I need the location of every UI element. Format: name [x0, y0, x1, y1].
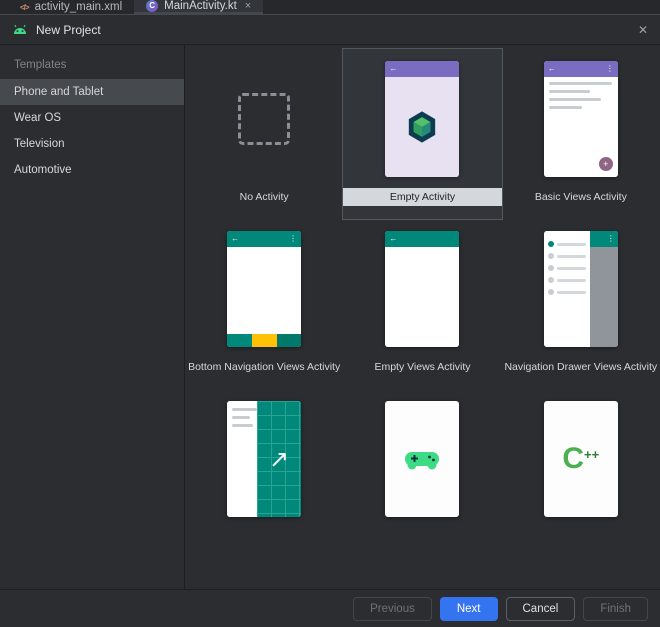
kebab-menu-icon: ⋮ [605, 64, 614, 73]
template-card-responsive-views-activity[interactable]: ↗ [185, 389, 343, 589]
xml-file-icon: </> [20, 2, 30, 12]
dialog-body: Templates Phone and Tablet Wear OS Telev… [0, 45, 660, 589]
new-project-dialog: New Project ✕ Templates Phone and Tablet… [0, 14, 660, 627]
template-card-game-activity[interactable] [343, 389, 501, 589]
kebab-menu-icon: ⋮ [606, 234, 615, 243]
sidebar-item-phone-and-tablet[interactable]: Phone and Tablet [0, 79, 184, 105]
template-label: Empty Activity [343, 188, 502, 206]
native-cpp-preview: C ++ [502, 395, 660, 523]
sidebar-item-television[interactable]: Television [0, 131, 184, 157]
drawer-panel [543, 231, 590, 347]
bottom-nav-bar [227, 334, 302, 347]
close-icon[interactable]: ✕ [638, 23, 648, 37]
dialog-title: New Project [36, 22, 101, 37]
template-card-empty-activity[interactable]: ← Empty Activity [342, 48, 503, 220]
template-label: Empty Views Activity [374, 361, 471, 373]
tab-close-icon[interactable]: × [245, 0, 251, 12]
kebab-menu-icon: ⋮ [289, 234, 298, 243]
previous-button[interactable]: Previous [353, 596, 432, 621]
empty-activity-preview: ← [343, 55, 501, 183]
template-card-no-activity[interactable]: No Activity [185, 49, 343, 219]
template-card-bottom-navigation-views-activity[interactable]: ← ⋮ Bottom Navigation Views Activity [185, 219, 343, 389]
sidebar-item-wear-os[interactable]: Wear OS [0, 105, 184, 131]
game-activity-preview [343, 395, 501, 523]
back-arrow-icon: ← [389, 64, 398, 73]
cpp-logo-icon: C ++ [562, 442, 600, 475]
tab-main-activity-kt[interactable]: C MainActivity.kt × [134, 0, 264, 14]
template-card-empty-views-activity[interactable]: ← Empty Views Activity [343, 219, 501, 389]
template-grid: No Activity ← Empty Activity ← ⋮ + Basic… [185, 45, 660, 589]
dialog-header: New Project ✕ [0, 15, 660, 45]
responsive-views-preview: ↗ [185, 395, 343, 523]
template-label: No Activity [239, 191, 289, 203]
back-arrow-icon: ← [547, 64, 556, 73]
bottom-navigation-preview: ← ⋮ [185, 225, 343, 353]
tab-activity-main-xml[interactable]: </> activity_main.xml [8, 0, 134, 14]
template-label: Bottom Navigation Views Activity [188, 361, 341, 373]
dashed-placeholder-icon [238, 93, 291, 145]
tab-label: activity_main.xml [34, 1, 123, 13]
basic-views-preview: ← ⋮ + [502, 55, 660, 183]
dialog-footer: Previous Next Cancel Finish [0, 589, 660, 627]
android-studio-window: </> activity_main.xml C MainActivity.kt … [0, 0, 660, 627]
back-arrow-icon: ← [231, 234, 240, 243]
tab-label: MainActivity.kt [164, 0, 237, 12]
template-label: Basic Views Activity [534, 191, 627, 203]
no-activity-preview [185, 55, 343, 183]
game-controller-icon [405, 452, 440, 470]
template-card-navigation-drawer-views-activity[interactable]: ⋮ Navigation Drawer Views Activity [502, 219, 660, 389]
empty-views-preview: ← [343, 225, 501, 353]
editor-tab-bar: </> activity_main.xml C MainActivity.kt … [0, 0, 660, 14]
navigation-drawer-preview: ⋮ [502, 225, 660, 353]
finish-button[interactable]: Finish [583, 596, 648, 621]
diagonal-arrow-icon: ↗ [268, 445, 289, 473]
cancel-button[interactable]: Cancel [505, 596, 576, 621]
template-card-native-cpp[interactable]: C ++ [502, 389, 660, 589]
back-arrow-icon: ← [389, 234, 398, 243]
kotlin-class-icon: C [146, 0, 159, 12]
template-label: Navigation Drawer Views Activity [504, 361, 658, 373]
sidebar-item-automotive[interactable]: Automotive [0, 157, 184, 183]
template-card-basic-views-activity[interactable]: ← ⋮ + Basic Views Activity [502, 49, 660, 219]
templates-sidebar: Templates Phone and Tablet Wear OS Telev… [0, 45, 185, 589]
fab-plus-icon: + [598, 157, 613, 171]
android-logo-icon [14, 24, 26, 34]
jetpack-compose-logo-icon [409, 111, 436, 143]
next-button[interactable]: Next [439, 596, 498, 621]
sidebar-header: Templates [14, 59, 67, 71]
